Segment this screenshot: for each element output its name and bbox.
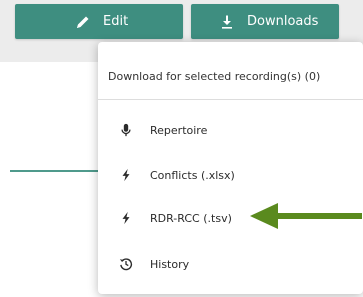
menu-item-label: RDR-RCC (.tsv) — [150, 211, 232, 225]
menu-item-conflicts[interactable]: Conflicts (.xlsx) — [98, 155, 363, 195]
downloads-menu: Download for selected recording(s) (0) R… — [98, 42, 363, 294]
menu-item-label: Conflicts (.xlsx) — [150, 168, 235, 182]
microphone-icon — [118, 122, 134, 138]
edit-button[interactable]: Edit — [15, 4, 183, 39]
menu-item-label: History — [150, 257, 190, 271]
menu-item-repertoire[interactable]: Repertoire — [98, 110, 363, 150]
downloads-button[interactable]: Downloads — [191, 4, 339, 39]
menu-divider — [98, 99, 363, 100]
history-icon — [118, 256, 134, 272]
menu-header: Download for selected recording(s) (0) — [108, 70, 321, 83]
menu-item-history[interactable]: History — [98, 244, 363, 284]
download-icon — [219, 14, 235, 30]
pencil-icon — [75, 14, 91, 30]
bolt-icon — [118, 210, 134, 226]
arrow-head — [250, 203, 278, 229]
arrow-shaft — [274, 213, 362, 219]
menu-item-label: Repertoire — [150, 123, 208, 137]
downloads-button-label: Downloads — [247, 14, 319, 29]
bolt-icon — [118, 167, 134, 183]
edit-button-label: Edit — [103, 14, 129, 29]
annotation-arrow-icon — [250, 203, 362, 229]
